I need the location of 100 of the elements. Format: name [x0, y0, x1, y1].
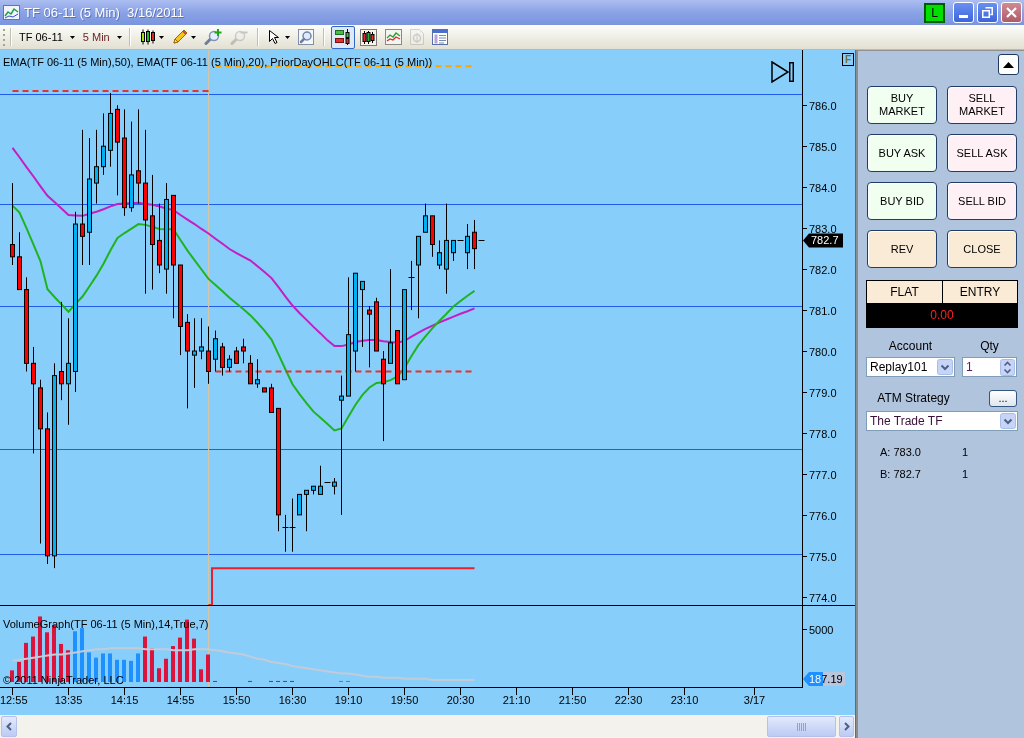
candle — [423, 203, 428, 233]
entry-header: ENTRY — [958, 284, 1002, 301]
magnifier-icon — [297, 29, 314, 45]
account-label: Account — [887, 337, 934, 355]
axis-label: 776.0 — [809, 509, 837, 522]
candle — [367, 305, 372, 368]
close-icon — [1006, 7, 1017, 18]
chart-trader-button[interactable] — [330, 25, 355, 49]
candle — [248, 354, 253, 385]
quantity-spinner[interactable]: 1 — [962, 357, 1017, 377]
candle — [255, 358, 260, 389]
axis-label: 784.0 — [809, 181, 837, 194]
axis-label: 20:30 — [446, 694, 475, 706]
axis-label: 22:30 — [614, 694, 643, 706]
order-button[interactable]: SELL BID — [947, 182, 1017, 220]
axis-label: 21:10 — [502, 694, 531, 706]
strategy-dropdown[interactable]: The Trade TF — [866, 411, 1018, 431]
candle — [311, 485, 316, 495]
axis-label: 785.0 — [809, 140, 837, 153]
quote-size: 1 — [962, 445, 970, 460]
instrument-dropdown[interactable]: TF 06-11 — [17, 26, 77, 48]
indicator-legend: EMA(TF 06-11 (5 Min),50), EMA(TF 06-11 (5 Min),20), PriorDayOHLC(TF 06-11 (5 Min)) — [3, 56, 433, 68]
quote-price: A: 783.0 — [880, 445, 922, 460]
candle — [269, 383, 274, 413]
scroll-right-button[interactable] — [839, 716, 854, 737]
chevron-down-icon — [1000, 413, 1016, 429]
scrollbar-thumb[interactable] — [767, 716, 836, 737]
account-dropdown[interactable]: Replay101 — [866, 357, 955, 377]
order-bars-icon — [333, 28, 352, 46]
line-chart-icon — [384, 29, 402, 45]
linking-button[interactable]: L — [924, 2, 945, 23]
axis-label: 780.0 — [809, 345, 837, 358]
axis-label: 781.0 — [809, 304, 837, 317]
order-button[interactable]: BUY ASK — [867, 134, 937, 172]
axis-label: 774.0 — [809, 591, 837, 604]
candle — [262, 387, 267, 393]
last-price-tag: 782.7 — [803, 233, 843, 248]
axis-label: 13:35 — [54, 694, 83, 706]
order-button[interactable]: BUY MARKET — [867, 86, 937, 124]
candle — [430, 215, 435, 258]
candle — [241, 338, 246, 364]
axis-label: 3/17 — [743, 694, 766, 706]
axis-label: 14:15 — [110, 694, 139, 706]
candle — [360, 280, 365, 348]
axis-label: 23:10 — [670, 694, 699, 706]
minimize-icon — [959, 15, 968, 18]
candle — [374, 297, 379, 352]
candlestick-icon — [139, 29, 156, 45]
axis-label: 779.0 — [809, 386, 837, 399]
axis-label: 775.0 — [809, 550, 837, 563]
axis-label: 19:50 — [390, 694, 419, 706]
quote-size: 1 — [962, 466, 970, 482]
caret-icon — [116, 35, 122, 39]
candle — [157, 203, 162, 274]
order-button[interactable]: CLOSE — [947, 230, 1017, 268]
triangle-up-icon — [1003, 61, 1014, 68]
candle — [206, 325, 211, 385]
candle — [220, 342, 225, 377]
axis-label: 14:55 — [166, 694, 195, 706]
close-button[interactable] — [1001, 2, 1022, 23]
order-button[interactable]: REV — [867, 230, 937, 268]
candlestick-icon — [359, 28, 377, 46]
candle — [213, 330, 218, 372]
axis-label: 19:10 — [334, 694, 363, 706]
chevron-down-icon — [937, 359, 953, 375]
copyright-text: © 2011 NinjaTrader, LLC — [3, 674, 124, 686]
scroll-left-button[interactable] — [1, 716, 17, 737]
axis-label: 16:30 — [278, 694, 307, 706]
chart-icon — [3, 5, 20, 20]
horizontal-scrollbar[interactable] — [0, 715, 855, 738]
skip-to-end-icon[interactable] — [771, 61, 795, 83]
grip-icon — [797, 722, 806, 731]
axis-label: 5000 — [809, 623, 834, 636]
form-icon — [431, 29, 448, 45]
restore-icon — [982, 7, 993, 18]
zoom-out-icon — [229, 29, 248, 45]
candle — [101, 112, 106, 176]
axis-label: 15:50 — [222, 694, 251, 706]
axis-label: 21:50 — [558, 694, 587, 706]
quantity-label: Qty — [979, 337, 1000, 355]
minimize-button[interactable] — [953, 2, 974, 23]
more-button[interactable]: ... — [989, 389, 1017, 407]
axis-label: 777.0 — [809, 468, 837, 481]
zoom-in-icon — [203, 29, 222, 45]
axis-label: 12:55 — [0, 694, 28, 706]
pnl-value: 0.00 — [867, 303, 1017, 327]
candle — [227, 354, 232, 372]
pencil-icon — [171, 29, 188, 45]
scroll-up-button[interactable] — [998, 54, 1019, 75]
order-button[interactable]: SELL MARKET — [947, 86, 1017, 124]
candle — [437, 239, 442, 270]
restore-button[interactable] — [977, 2, 998, 23]
interval-dropdown[interactable]: 5 Min — [80, 26, 124, 48]
caret-icon — [69, 35, 75, 39]
spin-arrows-icon — [1000, 358, 1015, 376]
order-button[interactable]: SELL ASK — [947, 134, 1017, 172]
axis-label: 783.0 — [809, 222, 837, 235]
candle — [395, 330, 400, 385]
order-button[interactable]: BUY BID — [867, 182, 937, 220]
pointer-icon — [267, 29, 282, 45]
